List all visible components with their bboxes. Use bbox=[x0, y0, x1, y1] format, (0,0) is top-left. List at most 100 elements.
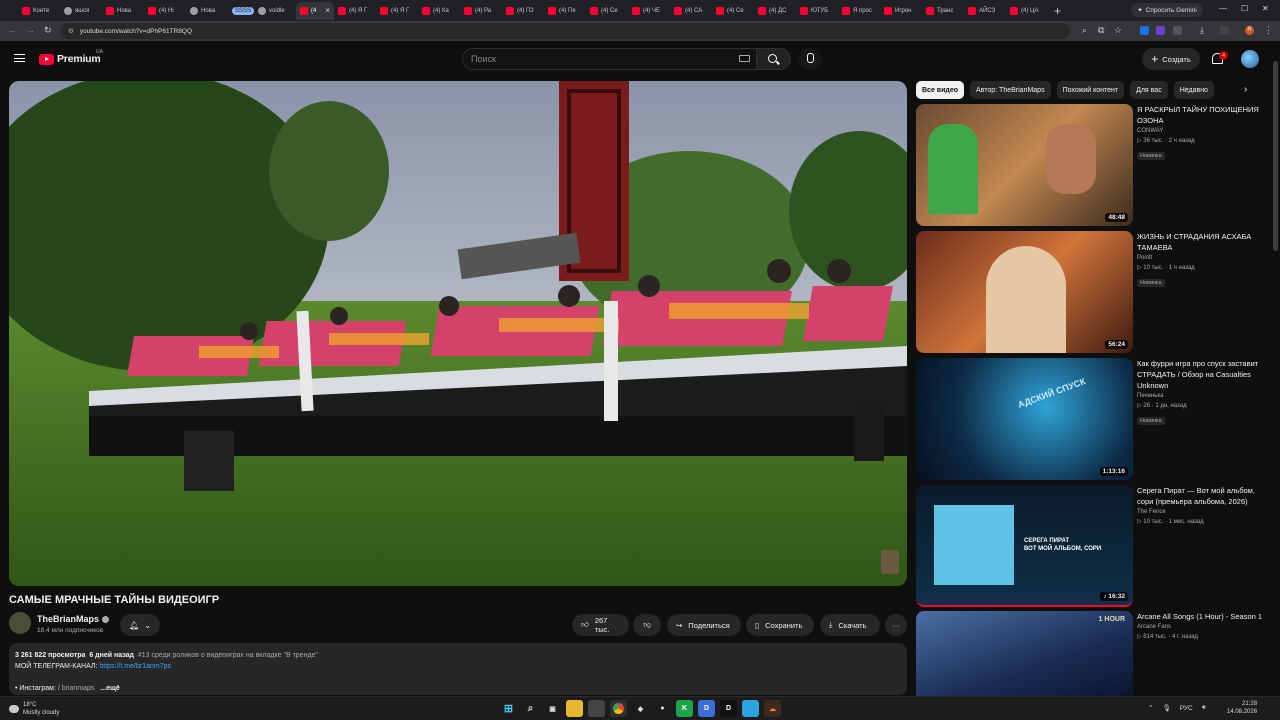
chip-for-you[interactable]: Для вас bbox=[1130, 81, 1168, 99]
search-input[interactable]: Поиск bbox=[462, 48, 757, 70]
recommendation-title[interactable]: Как фурри игра про спуск заставит СТРАДА… bbox=[1137, 358, 1263, 391]
download-button[interactable]: ⤓ Скачать bbox=[820, 614, 880, 636]
subscription-bell-button[interactable]: 🔔︎ ⌄ bbox=[120, 614, 160, 636]
zoom-icon[interactable]: ⌕ bbox=[1082, 25, 1087, 36]
browser-tab[interactable]: Игрон bbox=[880, 2, 922, 20]
extensions-puzzle-icon[interactable] bbox=[1173, 26, 1182, 35]
instagram-link[interactable]: / brianmaps bbox=[58, 685, 95, 692]
recommendation-item[interactable]: 56:24 ЖИЗНЬ И СТРАДАНИЯ АСХАБА ТАМАЕВА P… bbox=[916, 231, 1266, 353]
install-icon[interactable]: ⧉ bbox=[1098, 25, 1104, 36]
browser-tab[interactable]: (4) Се bbox=[712, 2, 754, 20]
browser-tab[interactable]: (4) Я Г bbox=[334, 2, 376, 20]
recommendation-thumbnail[interactable]: АДСКИЙ СПУСК 1:13:16 bbox=[916, 358, 1133, 480]
browser-tab[interactable]: Транс bbox=[922, 2, 964, 20]
close-window-icon[interactable]: ✕ bbox=[1262, 4, 1269, 13]
recommendation-channel[interactable]: CONWAY bbox=[1137, 128, 1263, 134]
telegram-icon[interactable] bbox=[742, 700, 759, 717]
browser-tab[interactable]: (4) ЧЕ bbox=[628, 2, 670, 20]
browser-tab[interactable]: voidle bbox=[254, 2, 296, 20]
save-button[interactable]: ▯ Сохранить bbox=[746, 614, 814, 636]
voice-search-button[interactable] bbox=[799, 48, 821, 70]
bookmark-star-icon[interactable]: ☆ bbox=[1114, 25, 1122, 36]
browser-tab[interactable]: (4 × bbox=[296, 1, 334, 20]
recommendation-channel[interactable]: The Fence bbox=[1137, 509, 1263, 515]
reload-icon[interactable]: ↻ bbox=[44, 25, 52, 36]
browser-tab[interactable]: (4) Се bbox=[586, 2, 628, 20]
recommendation-channel[interactable]: Печенька bbox=[1137, 393, 1263, 399]
keyboard-icon[interactable] bbox=[739, 55, 750, 62]
sidepanel-icon[interactable] bbox=[1220, 26, 1229, 35]
account-avatar[interactable] bbox=[1241, 50, 1259, 68]
file-explorer-icon[interactable] bbox=[566, 700, 583, 717]
minimize-icon[interactable]: — bbox=[1219, 4, 1227, 13]
app-icon-1[interactable]: ◆ bbox=[632, 700, 649, 717]
browser-tab[interactable]: Нова bbox=[102, 2, 144, 20]
browser-tab[interactable]: SSSS bbox=[228, 2, 254, 20]
recommendation-thumbnail[interactable]: 48:48 bbox=[916, 104, 1133, 226]
store-icon[interactable] bbox=[588, 700, 605, 717]
recommendation-title[interactable]: Arcane All Songs (1 Hour) - Season 1 bbox=[1137, 611, 1263, 622]
weather-widget[interactable]: 18°C Mostly cloudy bbox=[9, 701, 59, 717]
recommendation-title[interactable]: ЖИЗНЬ И СТРАДАНИЯ АСХАБА ТАМАЕВА bbox=[1137, 231, 1263, 253]
mic-tray-icon[interactable]: 🎙︎ bbox=[1162, 704, 1170, 712]
recommendation-thumbnail[interactable]: 56:24 bbox=[916, 231, 1133, 353]
like-button[interactable]: 👍︎ 267 тыс. bbox=[572, 614, 629, 636]
chip-all[interactable]: Все видео bbox=[916, 81, 965, 99]
browser-tab[interactable]: Конте bbox=[18, 2, 60, 20]
start-icon[interactable]: ⊞ bbox=[500, 700, 517, 717]
browser-tab[interactable]: Нова bbox=[186, 2, 228, 20]
browser-tab[interactable]: (4) ГО bbox=[502, 2, 544, 20]
browser-tab[interactable]: ЮТУБ bbox=[796, 2, 838, 20]
chip-author[interactable]: Автор: TheBrianMaps bbox=[970, 81, 1051, 99]
telegram-link[interactable]: https://t.me/br1anm7ps bbox=[99, 663, 171, 670]
new-tab-button[interactable]: + bbox=[1054, 4, 1061, 18]
channel-name[interactable]: TheBrianMaps bbox=[37, 614, 110, 624]
davinci-icon[interactable]: D bbox=[720, 700, 737, 717]
close-tab-icon[interactable]: × bbox=[325, 6, 330, 15]
browser-tab[interactable]: (4) Ка bbox=[418, 2, 460, 20]
recommendation-channel[interactable]: Pointt bbox=[1137, 255, 1263, 261]
search-button[interactable] bbox=[757, 48, 791, 70]
recommendation-item[interactable]: 48:48 Я РАСКРЫЛ ТАЙНУ ПОХИЩЕНИЯ ОЗОНА CO… bbox=[916, 104, 1266, 226]
task-view-icon[interactable]: ▣ bbox=[544, 700, 561, 717]
address-bar[interactable]: ⚙ youtube.com/watch?v=dPhP61TR8QQ bbox=[60, 23, 1070, 39]
clock[interactable]: 21:28 14.08.2026 bbox=[1227, 700, 1257, 716]
app-k-icon[interactable]: K bbox=[676, 700, 693, 717]
description-box[interactable]: 3 261 822 просмотра 6 дней назад #13 сре… bbox=[9, 643, 907, 695]
github-icon[interactable]: ● bbox=[654, 700, 671, 717]
chevron-right-icon[interactable]: › bbox=[1244, 84, 1247, 95]
browser-tab[interactable]: (4) ДС bbox=[754, 2, 796, 20]
recommendation-item[interactable]: 1 HOUR Arcane All Songs (1 Hour) - Seaso… bbox=[916, 611, 1266, 696]
soundcloud-icon[interactable]: ☁ bbox=[764, 700, 781, 717]
browser-menu-icon[interactable]: ⋮ bbox=[1264, 25, 1273, 36]
chip-related[interactable]: Похожий контент bbox=[1056, 81, 1125, 99]
browser-tab[interactable]: (4) Hi bbox=[144, 2, 186, 20]
maximize-icon[interactable]: ☐ bbox=[1241, 4, 1248, 13]
show-more-link[interactable]: ...ещё bbox=[100, 685, 120, 692]
site-info-icon[interactable]: ⚙ bbox=[68, 27, 74, 35]
browser-tab[interactable]: (4) Пе bbox=[544, 2, 586, 20]
app-d-icon[interactable]: D bbox=[698, 700, 715, 717]
share-button[interactable]: ↪ Поделиться bbox=[667, 614, 741, 636]
forward-icon[interactable]: → bbox=[26, 25, 35, 35]
recommendation-item[interactable]: АДСКИЙ СПУСК 1:13:16 Как фурри игра про … bbox=[916, 358, 1266, 480]
recommendation-title[interactable]: Серега Пират — Вот мой альбом, сори (пре… bbox=[1137, 485, 1263, 507]
trending-tag[interactable]: #13 среди роликов о видеоиграх на вкладк… bbox=[138, 652, 318, 659]
downloads-icon[interactable]: ⤓ bbox=[1200, 25, 1204, 36]
menu-icon[interactable] bbox=[14, 54, 25, 62]
profile-avatar[interactable]: R bbox=[1245, 26, 1254, 35]
recommendation-thumbnail[interactable]: 1 HOUR bbox=[916, 611, 1133, 696]
browser-tab[interactable]: (4) Ра bbox=[460, 2, 502, 20]
browser-tab[interactable]: АЙСЗ bbox=[964, 2, 1006, 20]
volume-icon[interactable]: 🔊︎ bbox=[1202, 704, 1206, 712]
recommendation-channel[interactable]: Arcane Fans bbox=[1137, 624, 1263, 630]
channel-watermark[interactable] bbox=[881, 550, 899, 574]
extension-1-icon[interactable] bbox=[1140, 26, 1149, 35]
recommendation-item[interactable]: СЕРЕГА ПИРАТ ВОТ МОЙ АЛЬБОМ, СОРИ ♪ 16:3… bbox=[916, 485, 1266, 607]
create-button[interactable]: + Создать bbox=[1142, 48, 1200, 70]
youtube-premium-logo[interactable]: Premium UA bbox=[39, 49, 103, 65]
language-indicator[interactable]: РУС bbox=[1180, 705, 1193, 712]
recommendation-thumbnail[interactable]: СЕРЕГА ПИРАТ ВОТ МОЙ АЛЬБОМ, СОРИ ♪ 16:3… bbox=[916, 485, 1133, 607]
browser-tab[interactable]: (4) СА bbox=[670, 2, 712, 20]
back-icon[interactable]: ← bbox=[8, 25, 17, 35]
